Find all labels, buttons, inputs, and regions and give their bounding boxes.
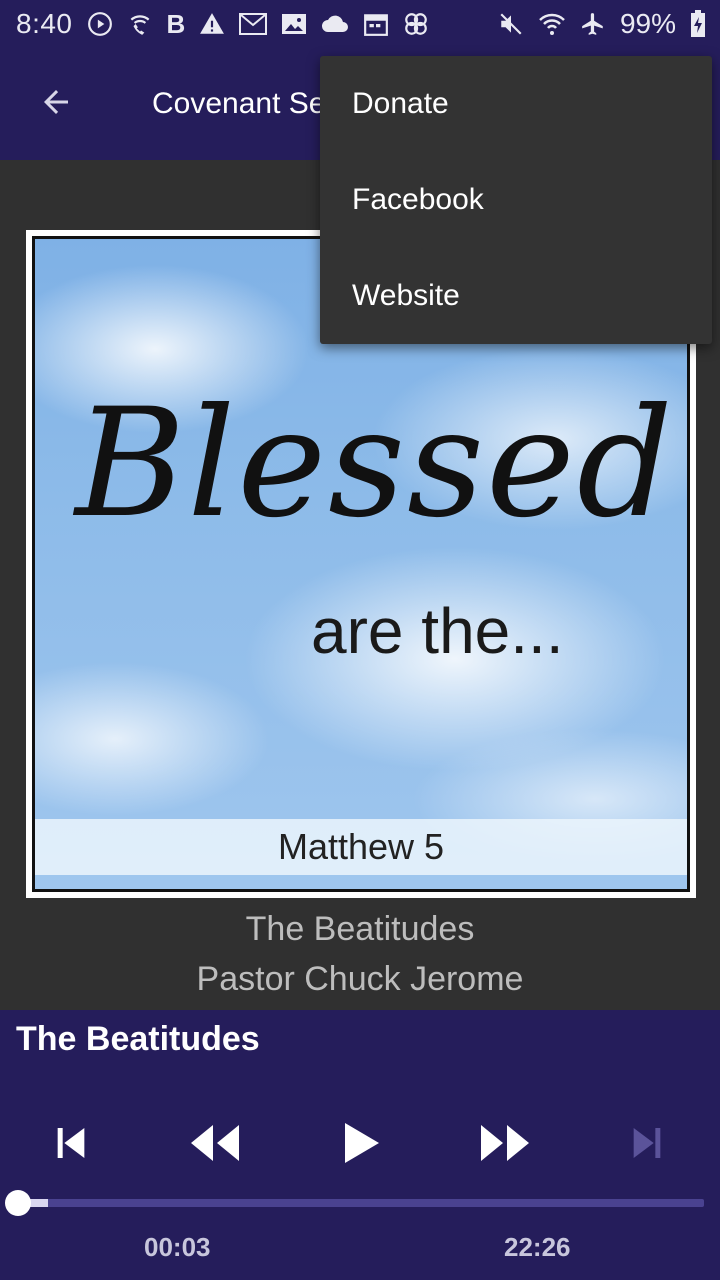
menu-item-facebook[interactable]: Facebook	[320, 152, 712, 248]
artwork-text-sub: are the...	[311, 595, 564, 667]
play-button[interactable]	[326, 1110, 396, 1180]
seek-bar[interactable]	[4, 1190, 704, 1216]
rewind-icon	[189, 1123, 241, 1168]
mute-icon	[498, 11, 524, 37]
artwork-band: Matthew 5	[35, 819, 687, 875]
player-panel: The Beatitudes 00:03 22:26	[0, 1010, 720, 1280]
fast-forward-icon	[479, 1123, 531, 1168]
track-title: The Beatitudes	[245, 910, 475, 948]
skip-next-button[interactable]	[612, 1110, 682, 1180]
track-artist: Pastor Chuck Jerome	[196, 960, 524, 998]
rewind-button[interactable]	[180, 1110, 250, 1180]
battery-charging-icon	[690, 10, 706, 38]
overflow-menu: Donate Facebook Website	[320, 56, 712, 344]
calendar-icon	[363, 11, 389, 37]
back-button[interactable]	[0, 48, 112, 160]
b-icon: B	[166, 8, 186, 39]
wifi-icon	[538, 11, 566, 37]
artwork-text-main: Blessed	[75, 377, 675, 551]
battery-percent: 99%	[619, 8, 676, 39]
artwork-text-band: Matthew 5	[277, 826, 445, 867]
arrow-back-icon	[38, 84, 74, 125]
airplane-icon	[580, 11, 606, 37]
menu-item-website[interactable]: Website	[320, 248, 712, 344]
pinwheel-icon	[403, 11, 429, 37]
wifi-call-icon	[127, 11, 153, 37]
image-icon	[281, 12, 307, 36]
playback-controls	[0, 1110, 720, 1180]
cloud-icon	[321, 14, 349, 34]
skip-next-icon	[627, 1123, 667, 1168]
skip-previous-button[interactable]	[36, 1110, 106, 1180]
current-time: 00:03	[144, 1232, 211, 1262]
player-title: The Beatitudes	[16, 1020, 260, 1058]
warning-icon	[199, 11, 225, 37]
status-bar: 8:40 B 99%	[0, 0, 720, 48]
gmail-icon	[239, 12, 268, 36]
skip-previous-icon	[51, 1123, 91, 1168]
fast-forward-button[interactable]	[470, 1110, 540, 1180]
play-circle-icon	[87, 11, 113, 37]
total-time: 22:26	[504, 1232, 571, 1262]
status-time: 8:40	[16, 8, 73, 39]
seek-bar-thumb[interactable]	[4, 1190, 31, 1216]
status-left: 8:40 B	[16, 8, 429, 40]
app-title: Covenant Se	[152, 87, 326, 120]
status-right: 99%	[498, 8, 706, 40]
menu-item-donate[interactable]: Donate	[320, 56, 712, 152]
play-icon	[341, 1121, 381, 1170]
